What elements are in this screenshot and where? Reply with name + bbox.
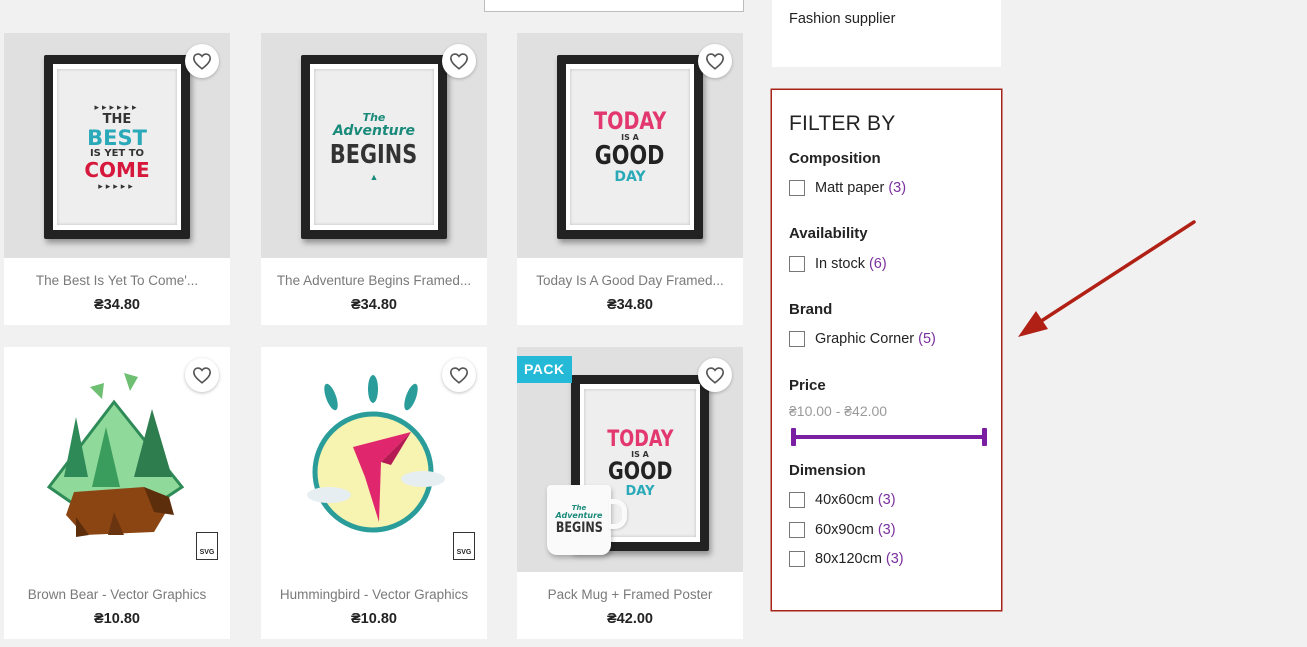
poster-text: BEGINS <box>330 140 418 171</box>
option-count: (3) <box>877 522 896 538</box>
svg-file-badge: SVG <box>453 532 475 560</box>
facet-title-price: Price <box>789 377 826 394</box>
product-image[interactable]: ▸▸▸▸▸▸ THE BEST IS YET TO COME ▸▸▸▸▸ <box>4 33 230 258</box>
product-card[interactable]: TODAY IS A GOOD DAY Today Is A Good Day … <box>517 33 743 325</box>
heart-outline-icon <box>192 367 212 384</box>
filter-title: FILTER BY <box>789 112 896 135</box>
poster-text: COME <box>84 157 150 182</box>
poster-text: TODAY <box>606 426 674 452</box>
filter-option-60x90cm[interactable]: 60x90cm (3) <box>789 522 896 538</box>
wishlist-button[interactable] <box>442 358 476 392</box>
product-card[interactable]: SVG Brown Bear - Vector Graphics ₴10.80 <box>4 347 230 639</box>
product-card[interactable]: TODAY IS A GOOD DAY The Adventure BEGINS… <box>517 347 743 639</box>
svg-file-badge: SVG <box>196 532 218 560</box>
facet-title-dimension: Dimension <box>789 462 866 479</box>
checkbox[interactable] <box>789 180 805 196</box>
product-price: ₴10.80 <box>351 611 397 627</box>
product-image[interactable]: SVG <box>4 347 230 572</box>
wishlist-button[interactable] <box>698 44 732 78</box>
wishlist-button[interactable] <box>442 44 476 78</box>
poster-text: DAY <box>625 483 655 499</box>
product-title[interactable]: Today Is A Good Day Framed... <box>517 273 743 288</box>
option-label: Graphic Corner <box>815 331 915 347</box>
facet-title-availability: Availability <box>789 225 868 242</box>
product-card[interactable]: SVG Hummingbird - Vector Graphics ₴10.80 <box>261 347 487 639</box>
option-count: (3) <box>877 492 896 508</box>
framed-poster-image: ▸▸▸▸▸▸ THE BEST IS YET TO COME ▸▸▸▸▸ <box>44 55 190 239</box>
poster-text: GOOD <box>595 140 665 171</box>
checkbox[interactable] <box>789 256 805 272</box>
wishlist-button[interactable] <box>185 358 219 392</box>
poster-text: DAY <box>614 169 646 186</box>
product-price: ₴10.80 <box>94 611 140 627</box>
supplier-block: Fashion supplier <box>772 0 1001 67</box>
search-input-edge[interactable] <box>484 0 744 12</box>
facet-title-brand: Brand <box>789 301 833 318</box>
mug-text: BEGINS <box>555 519 603 536</box>
filter-option-graphic-corner[interactable]: Graphic Corner (5) <box>789 331 936 347</box>
product-card[interactable]: ▸▸▸▸▸▸ THE BEST IS YET TO COME ▸▸▸▸▸ The… <box>4 33 230 325</box>
option-count: (5) <box>918 331 936 347</box>
option-label: 80x120cm <box>815 551 882 567</box>
poster-text: GOOD <box>607 457 673 486</box>
poster-text: Adventure <box>332 122 416 139</box>
option-label: In stock <box>815 256 865 272</box>
product-title[interactable]: The Adventure Begins Framed... <box>261 273 487 288</box>
filter-option-40x60cm[interactable]: 40x60cm (3) <box>789 492 896 508</box>
poster-text: TODAY <box>593 107 667 136</box>
product-image[interactable]: TODAY IS A GOOD DAY The Adventure BEGINS… <box>517 347 743 572</box>
product-title[interactable]: Pack Mug + Framed Poster <box>517 587 743 602</box>
option-label: 60x90cm <box>815 522 874 538</box>
framed-poster-image: The Adventure BEGINS ▲ <box>301 55 447 239</box>
product-image[interactable]: TODAY IS A GOOD DAY <box>517 33 743 258</box>
filter-option-80x120cm[interactable]: 80x120cm (3) <box>789 551 904 567</box>
wishlist-button[interactable] <box>698 358 732 392</box>
option-label: Matt paper <box>815 180 885 196</box>
wishlist-button[interactable] <box>185 44 219 78</box>
heart-outline-icon <box>192 53 212 70</box>
heart-outline-icon <box>705 53 725 70</box>
product-image[interactable]: The Adventure BEGINS ▲ <box>261 33 487 258</box>
product-card[interactable]: The Adventure BEGINS ▲ The Adventure Beg… <box>261 33 487 325</box>
mug-image: The Adventure BEGINS <box>547 485 627 555</box>
facet-title-composition: Composition <box>789 150 881 167</box>
slider-handle-min[interactable] <box>791 428 796 446</box>
product-price: ₴34.80 <box>351 297 397 313</box>
red-arrow-icon <box>1018 220 1196 337</box>
product-price: ₴34.80 <box>94 297 140 313</box>
heart-outline-icon <box>449 367 469 384</box>
checkbox[interactable] <box>789 551 805 567</box>
option-count: (3) <box>885 551 904 567</box>
pack-badge: PACK <box>517 356 572 383</box>
price-range-label: ₴10.00 - ₴42.00 <box>789 403 888 419</box>
framed-poster-image: TODAY IS A GOOD DAY <box>557 55 703 239</box>
heart-outline-icon <box>705 367 725 384</box>
product-price: ₴34.80 <box>607 297 653 313</box>
filter-panel: FILTER BY Composition Matt paper (3) Ava… <box>772 90 1001 610</box>
price-slider[interactable] <box>791 428 987 446</box>
checkbox[interactable] <box>789 331 805 347</box>
product-title[interactable]: Hummingbird - Vector Graphics <box>261 587 487 602</box>
filter-option-matt-paper[interactable]: Matt paper (3) <box>789 180 906 196</box>
product-image[interactable]: SVG <box>261 347 487 572</box>
checkbox[interactable] <box>789 492 805 508</box>
filter-option-in-stock[interactable]: In stock (6) <box>789 256 887 272</box>
product-title[interactable]: Brown Bear - Vector Graphics <box>4 587 230 602</box>
supplier-link[interactable]: Fashion supplier <box>789 11 895 27</box>
option-count: (3) <box>888 180 907 196</box>
product-price: ₴42.00 <box>607 611 653 627</box>
poster-text: BEST <box>87 126 147 151</box>
slider-handle-max[interactable] <box>982 428 987 446</box>
product-title[interactable]: The Best Is Yet To Come'... <box>4 273 230 288</box>
checkbox[interactable] <box>789 522 805 538</box>
poster-text: THE <box>102 112 132 128</box>
slider-track <box>793 435 985 439</box>
heart-outline-icon <box>449 53 469 70</box>
option-label: 40x60cm <box>815 492 874 508</box>
option-count: (6) <box>868 256 887 272</box>
